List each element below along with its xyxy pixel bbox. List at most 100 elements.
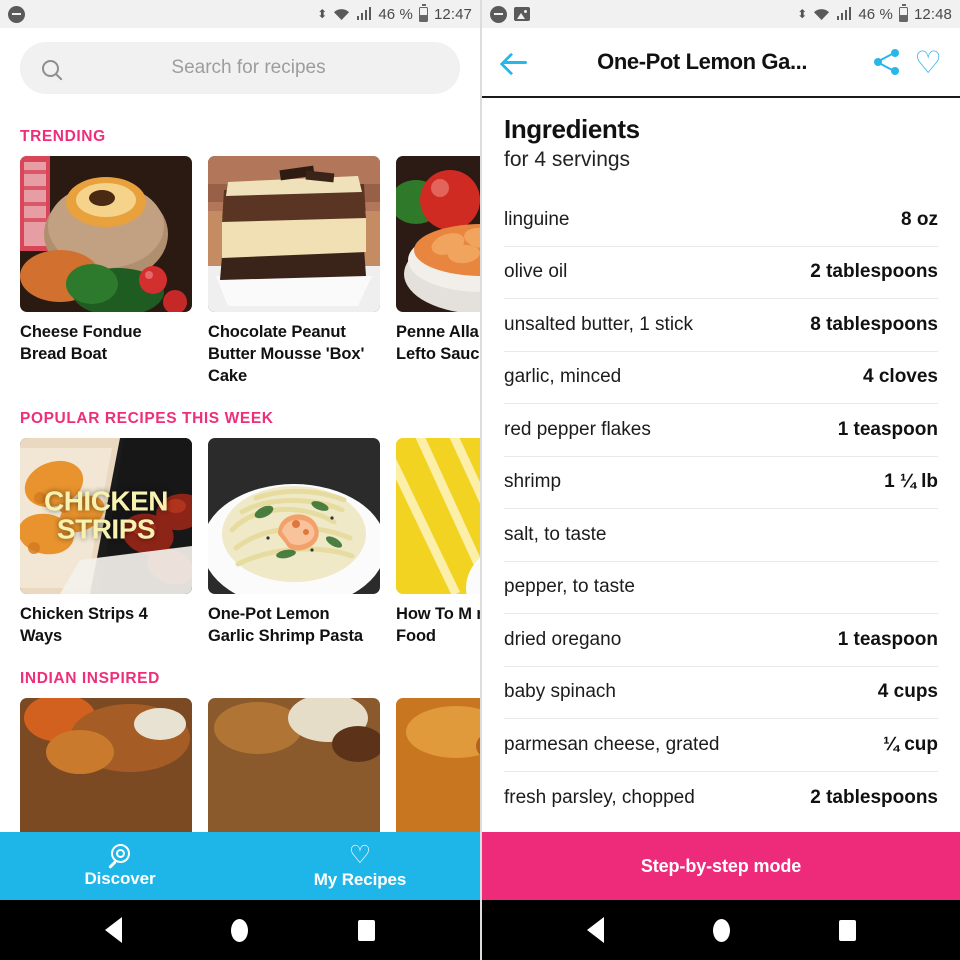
ingredient-row: olive oil 2 tablespoons <box>504 247 938 299</box>
recipe-card[interactable]: Chocolate Peanut Butter Mousse 'Box' Cak… <box>208 156 380 388</box>
indian-card-row[interactable] <box>0 697 480 854</box>
back-arrow-icon[interactable] <box>500 47 530 77</box>
ingredient-row: red pepper flakes 1 teaspoon <box>504 404 938 457</box>
recipe-detail-screen: ⬍ 46 % 12:48 One-Pot Lemon Ga... ♡ Ingre… <box>480 0 960 960</box>
ingredient-name: baby spinach <box>504 681 616 703</box>
android-navigation-bar-right[interactable] <box>482 900 960 960</box>
share-icon[interactable] <box>874 49 900 75</box>
do-not-disturb-icon <box>8 5 25 23</box>
ingredient-amount: ¼ cup <box>883 733 938 755</box>
popular-card-row[interactable]: CHICKEN STRIPS Chicken Strips 4 Ways One… <box>0 437 480 648</box>
search-bar-container: Search for recipes <box>0 28 480 106</box>
servings-label: for 4 servings <box>504 148 631 171</box>
search-icon <box>42 59 59 77</box>
ingredient-amount: 4 cloves <box>863 366 938 388</box>
ingredient-name: shrimp <box>504 471 562 493</box>
recipe-card[interactable] <box>396 697 480 854</box>
app-bar: One-Pot Lemon Ga... ♡ <box>482 28 960 98</box>
ingredient-row: salt, to taste <box>504 509 938 562</box>
ingredient-amount: 2 tablespoons <box>810 261 938 283</box>
heart-icon: ♡ <box>348 840 372 869</box>
section-title-trending: TRENDING <box>20 128 106 145</box>
heart-outline-icon[interactable]: ♡ <box>914 47 942 78</box>
recipe-card[interactable]: Penne Alla From Lefto Sauce <box>396 156 480 388</box>
ingredient-amount: 1 teaspoon <box>837 628 938 650</box>
ingredient-row: pepper, to taste <box>504 562 938 614</box>
battery-percent-label: 46 % <box>858 5 893 23</box>
homemade-japanese-food-photo[interactable] <box>396 437 480 594</box>
ingredient-row: dried oregano 1 teaspoon <box>504 614 938 667</box>
back-triangle-icon[interactable] <box>586 917 604 943</box>
recipe-card[interactable] <box>208 697 380 854</box>
recipe-card-title: Chicken Strips 4 Ways <box>20 604 148 645</box>
sync-arrows-icon: ⬍ <box>797 7 808 21</box>
section-title-popular: POPULAR RECIPES THIS WEEK <box>20 409 274 427</box>
page-title: One-Pot Lemon Ga... <box>597 49 808 74</box>
clock-label: 12:47 <box>433 5 472 23</box>
indian-dish-photo-2[interactable] <box>208 697 380 854</box>
home-circle-icon[interactable] <box>231 918 249 942</box>
search-pan-icon <box>107 843 132 869</box>
ingredient-name: red pepper flakes <box>504 418 651 440</box>
sync-arrows-icon: ⬍ <box>317 7 328 21</box>
ingredient-name: dried oregano <box>504 628 622 650</box>
status-bar-right: ⬍ 46 % 12:48 <box>482 0 960 28</box>
cheese-fondue-bread-boat-photo[interactable] <box>20 156 192 312</box>
search-input[interactable]: Search for recipes <box>20 42 460 94</box>
trending-card-row[interactable]: Cheese Fondue Bread Boat Chocolate Peanu… <box>0 156 480 388</box>
nav-item-my-recipes[interactable]: ♡ My Recipes <box>240 832 480 900</box>
clock-label: 12:48 <box>913 5 952 23</box>
recipe-card[interactable]: Cheese Fondue Bread Boat <box>20 156 192 388</box>
battery-percent-label: 46 % <box>378 5 413 23</box>
ingredient-name: garlic, minced <box>504 366 622 388</box>
battery-icon <box>418 4 428 22</box>
search-placeholder: Search for recipes <box>171 57 326 78</box>
wifi-icon <box>334 9 350 20</box>
nav-label-discover: Discover <box>84 868 156 888</box>
ingredient-row: parmesan cheese, grated ¼ cup <box>504 719 938 772</box>
recents-square-icon[interactable] <box>838 919 856 941</box>
image-icon <box>514 7 530 21</box>
chocolate-peanut-butter-mousse-cake-photo[interactable] <box>208 156 380 312</box>
indian-dish-photo-3[interactable] <box>396 697 480 854</box>
ingredient-name: olive oil <box>504 261 568 283</box>
back-triangle-icon[interactable] <box>104 917 122 943</box>
ingredient-amount: 1 teaspoon <box>837 418 938 440</box>
step-by-step-mode-button[interactable]: Step-by-step mode <box>482 832 960 900</box>
cell-signal-icon <box>357 7 372 20</box>
ingredient-name: linguine <box>504 208 570 230</box>
recipe-card-title: How To M memade J Food <box>396 604 480 645</box>
recipe-card-title: Penne Alla From Lefto Sauce <box>396 323 480 363</box>
recipe-card-title: Cheese Fondue Bread Boat <box>20 323 142 363</box>
battery-icon <box>898 4 908 22</box>
ingredient-amount: 2 tablespoons <box>810 786 938 808</box>
ingredient-row: shrimp 1 ¼ lb <box>504 457 938 509</box>
android-navigation-bar-left[interactable] <box>0 900 480 960</box>
ingredient-amount: 8 oz <box>901 208 938 230</box>
ingredient-row: linguine 8 oz <box>504 194 938 247</box>
indian-dish-photo-1[interactable] <box>20 697 192 854</box>
ingredient-amount: 8 tablespoons <box>810 313 938 335</box>
card-overlay-label: CHICKEN STRIPS <box>43 485 169 545</box>
home-circle-icon[interactable] <box>712 918 730 942</box>
discover-screen: ⬍ 46 % 12:47 Search for recipes TRENDING <box>0 0 480 960</box>
section-title-indian: INDIAN INSPIRED <box>20 669 160 687</box>
recipe-card[interactable] <box>20 697 192 854</box>
ingredient-amount: 4 cups <box>877 681 938 703</box>
lemon-garlic-shrimp-pasta-photo[interactable] <box>208 437 380 594</box>
recipe-card[interactable]: How To M memade J Food <box>396 437 480 648</box>
ingredient-name: fresh parsley, chopped <box>504 786 695 808</box>
nav-item-discover[interactable]: Discover <box>0 832 240 900</box>
ingredient-name: pepper, to taste <box>504 576 635 598</box>
recipe-card-title: One-Pot Lemon Garlic Shrimp Pasta <box>208 604 363 645</box>
chicken-strips-photo[interactable]: CHICKEN STRIPS <box>20 437 192 594</box>
recipe-card[interactable]: One-Pot Lemon Garlic Shrimp Pasta <box>208 437 380 648</box>
ingredient-name: salt, to taste <box>504 523 607 545</box>
penne-alla-vodka-photo[interactable] <box>396 156 480 312</box>
bottom-navigation-bar[interactable]: Discover ♡ My Recipes <box>0 832 480 900</box>
recipe-card[interactable]: CHICKEN STRIPS Chicken Strips 4 Ways <box>20 437 192 648</box>
recents-square-icon[interactable] <box>358 919 376 941</box>
ingredient-row: unsalted butter, 1 stick 8 tablespoons <box>504 299 938 352</box>
ingredients-list[interactable]: linguine 8 oz olive oil 2 tablespoons unsa… <box>482 194 960 824</box>
cell-signal-icon <box>837 7 852 20</box>
